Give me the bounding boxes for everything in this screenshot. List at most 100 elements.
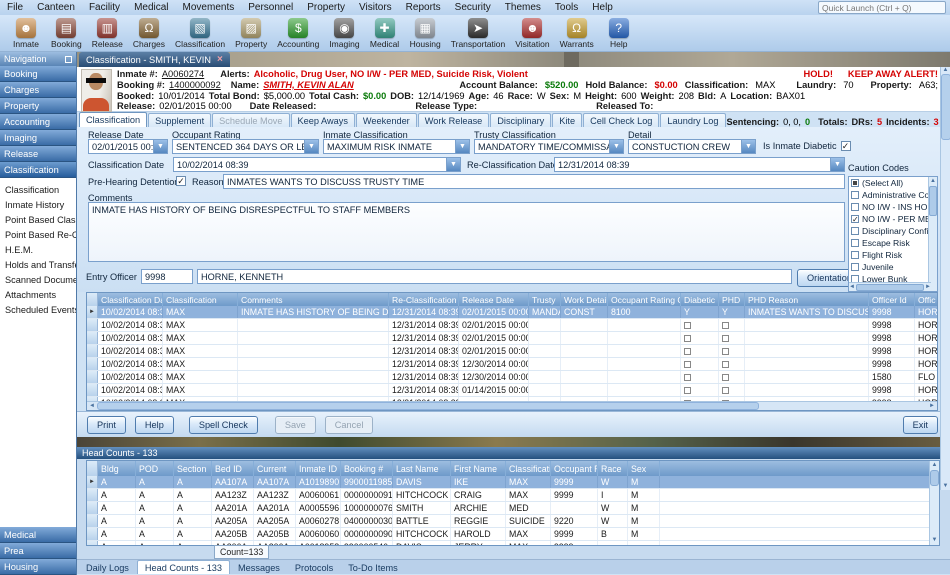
history-grid-col-comments[interactable]: Comments (238, 293, 389, 306)
history-grid-col-release-date[interactable]: Release Date (459, 293, 529, 306)
scrollbar-thumb[interactable] (97, 402, 759, 410)
head-counts-col-sex[interactable]: Sex (628, 461, 660, 476)
history-grid-col-phd-reason[interactable]: PHD Reason (745, 293, 869, 306)
toolbar-warrants[interactable]: ΩWarrants (555, 17, 599, 50)
caution-code-select-all[interactable]: (Select All) (849, 177, 937, 189)
history-grid-row[interactable]: 10/02/2014 08:39MAX12/31/2014 08:3901/14… (87, 384, 937, 397)
menu-themes[interactable]: Themes (498, 2, 548, 13)
sidebar-section-booking[interactable]: Booking (0, 66, 76, 82)
inmate-photo[interactable] (81, 69, 112, 112)
scroll-left-icon[interactable]: ◄ (849, 284, 855, 290)
history-grid-col-work-detail[interactable]: Work Detail (561, 293, 608, 306)
caution-vertical-scrollbar[interactable]: ▲ (928, 177, 937, 291)
pre-hearing-checkbox[interactable]: ✓ (176, 176, 186, 186)
history-grid-col-trusty[interactable]: Trusty (529, 293, 561, 306)
re-classification-date-combo[interactable]: 12/31/2014 08:39 ▼ (554, 157, 845, 172)
scrollbar-thumb[interactable] (856, 284, 924, 291)
head-counts-col-section[interactable]: Section (174, 461, 212, 476)
head-counts-row[interactable]: ►AAAAA107AAA107AA10198909900011985DAVISI… (87, 476, 939, 489)
history-grid-row[interactable]: 10/02/2014 08:39MAX12/31/2014 08:3912/30… (87, 358, 937, 371)
chevron-down-icon[interactable]: ▼ (609, 140, 623, 153)
sidebar-item-point-based-classification[interactable]: Point Based Classification (0, 212, 76, 227)
scroll-right-icon[interactable]: ► (929, 403, 935, 409)
tab-keep-aways[interactable]: Keep Aways (291, 113, 355, 127)
exit-button[interactable]: Exit (903, 416, 938, 434)
bottom-tab-protocols[interactable]: Protocols (288, 561, 340, 574)
tab-cell-check-log[interactable]: Cell Check Log (583, 113, 659, 127)
tab-weekender[interactable]: Weekender (356, 113, 417, 127)
toolbar-visitation[interactable]: ☻Visitation (510, 17, 554, 50)
tab-kite[interactable]: Kite (552, 113, 582, 127)
history-grid-col-diabetic[interactable]: Diabetic (681, 293, 719, 306)
chevron-down-icon[interactable]: ▼ (830, 158, 844, 171)
classification-date-combo[interactable]: 10/02/2014 08:39 ▼ (173, 157, 461, 172)
head-counts-row[interactable]: AAAAA201AAA201AA00055961000000076SMITHAR… (87, 502, 939, 515)
chevron-down-icon[interactable]: ▼ (153, 140, 167, 153)
save-button[interactable]: Save (275, 416, 316, 434)
close-icon[interactable]: × (217, 54, 223, 65)
sidebar-section-imaging[interactable]: Imaging (0, 130, 76, 146)
head-counts-row[interactable]: AAAAA205BAA205BA00600600000000090HITCHCO… (87, 528, 939, 541)
chevron-down-icon[interactable]: ▼ (455, 140, 469, 153)
toolbar-property[interactable]: ▨Property (230, 17, 272, 50)
caution-code-no-i-w-ins-hold[interactable]: NO I/W - INS HOLD (849, 201, 937, 213)
menu-security[interactable]: Security (448, 2, 498, 13)
sidebar-item-h-e-m[interactable]: H.E.M. (0, 242, 76, 257)
checkbox-icon[interactable] (851, 203, 859, 211)
diabetic-checkbox[interactable]: ✓ (841, 141, 851, 151)
history-grid-row[interactable]: 10/02/2014 08:39MAX12/31/2014 08:3902/01… (87, 345, 937, 358)
toolbar-imaging[interactable]: ◉Imaging (324, 17, 364, 50)
head-counts-vertical-scrollbar[interactable]: ▲▼ (929, 461, 939, 545)
tab-classification[interactable]: Classification (79, 112, 147, 127)
toolbar-accounting[interactable]: $Accounting (272, 17, 324, 50)
toolbar-classification[interactable]: ▧Classification (170, 17, 230, 50)
menu-reports[interactable]: Reports (399, 2, 448, 13)
menu-facility[interactable]: Facility (82, 2, 127, 13)
caution-code-juvenile[interactable]: Juvenile (849, 261, 937, 273)
toolbar-transportation[interactable]: ➤Transportation (446, 17, 511, 50)
quick-launch-input[interactable] (818, 1, 946, 14)
head-counts-col-bldg[interactable]: Bldg (98, 461, 136, 476)
toolbar-booking[interactable]: ▤Booking (46, 17, 87, 50)
chevron-down-icon[interactable]: ▼ (446, 158, 460, 171)
booking-number-link[interactable]: 1400000092 (169, 80, 221, 91)
detail-combo[interactable]: CONSTUCTION CREW ▼ (628, 139, 756, 154)
scroll-down-icon[interactable]: ▼ (930, 536, 939, 545)
menu-personnel[interactable]: Personnel (241, 2, 300, 13)
sidebar-item-scanned-documents[interactable]: Scanned Documents (0, 272, 76, 287)
reason-input[interactable]: INMATES WANTS TO DISCUSS TRUSTY TIME (223, 174, 845, 189)
bottom-tab-daily-logs[interactable]: Daily Logs (79, 561, 136, 574)
toolbar-inmate[interactable]: ☻Inmate (6, 17, 46, 50)
toolbar-release[interactable]: ▥Release (87, 17, 128, 50)
menu-movements[interactable]: Movements (176, 2, 242, 13)
caution-code-flight-risk[interactable]: Flight Risk (849, 249, 937, 261)
sidebar-section-prea[interactable]: Prea (0, 543, 76, 559)
menu-file[interactable]: File (0, 2, 30, 13)
caution-code-disciplinary-confinemen[interactable]: Disciplinary Confinemen (849, 225, 937, 237)
document-tab[interactable]: Classification - SMITH, KEVIN × (79, 52, 230, 67)
menu-canteen[interactable]: Canteen (30, 2, 82, 13)
sidebar-section-housing[interactable]: Housing (0, 559, 76, 575)
head-counts-col-occupant-rating[interactable]: Occupant Rating (551, 461, 598, 476)
caution-code-escape-risk[interactable]: Escape Risk (849, 237, 937, 249)
history-grid-row[interactable]: 10/02/2014 08:39MAX12/31/2014 08:3912/30… (87, 371, 937, 384)
head-counts-row[interactable]: AAAAA205AAA205AA00602780400000030BATTLER… (87, 515, 939, 528)
occupant-rating-combo[interactable]: SENTENCED 364 DAYS OR LESS ▼ (172, 139, 319, 154)
scrollbar-thumb[interactable] (930, 470, 939, 486)
sidebar-title-bar[interactable]: Navigation (0, 52, 76, 66)
sidebar-item-holds-and-transfers[interactable]: Holds and Transfers (0, 257, 76, 272)
sidebar-item-inmate-history[interactable]: Inmate History (0, 197, 76, 212)
scrollbar-thumb[interactable] (941, 74, 950, 140)
checkbox-icon[interactable] (851, 251, 859, 259)
head-counts-col-inmate-id[interactable]: Inmate ID (296, 461, 341, 476)
chevron-down-icon[interactable]: ▼ (741, 140, 755, 153)
inmate-classification-combo[interactable]: MAXIMUM RISK INMATE ▼ (323, 139, 470, 154)
head-counts-col-pod[interactable]: POD (136, 461, 174, 476)
help-button[interactable]: Help (135, 416, 174, 434)
bottom-tab-messages[interactable]: Messages (231, 561, 287, 574)
checkbox-icon[interactable] (851, 179, 859, 187)
scroll-up-icon[interactable]: ▲ (941, 67, 950, 73)
history-grid-col-offic[interactable]: Offic (915, 293, 938, 306)
history-grid-col-classification[interactable]: Classification (163, 293, 238, 306)
sidebar-section-accounting[interactable]: Accounting (0, 114, 76, 130)
